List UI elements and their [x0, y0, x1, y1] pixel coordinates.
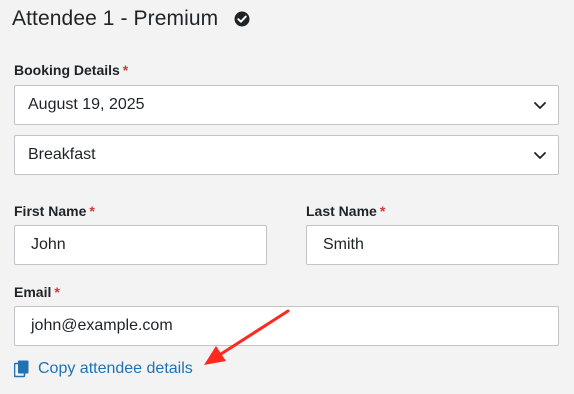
last-name-label-text: Last Name	[306, 203, 377, 219]
attendee-header: Attendee 1 - Premium	[12, 7, 250, 31]
booking-details-label-text: Booking Details	[14, 62, 120, 78]
chevron-down-icon	[534, 102, 546, 109]
first-name-field[interactable]: John	[14, 225, 267, 265]
required-marker: *	[379, 203, 386, 219]
first-name-label-text: First Name	[14, 203, 87, 219]
email-field[interactable]: john@example.com	[14, 306, 559, 346]
required-marker: *	[89, 203, 95, 219]
first-name-value: John	[31, 236, 66, 253]
copy-attendee-details-label: Copy attendee details	[38, 360, 193, 377]
last-name-value: Smith	[323, 236, 364, 253]
email-label: Email *	[14, 284, 60, 300]
email-value: john@example.com	[31, 317, 173, 334]
booking-meal-value: Breakfast	[28, 146, 96, 163]
booking-meal-select[interactable]: Breakfast	[14, 135, 559, 175]
booking-date-select[interactable]: August 19, 2025	[14, 85, 559, 125]
last-name-label: Last Name *	[306, 203, 385, 219]
first-name-label: First Name *	[14, 203, 95, 219]
attendee-title: Attendee 1 - Premium	[12, 7, 219, 30]
required-marker: *	[122, 62, 129, 78]
booking-details-label: Booking Details *	[14, 62, 128, 78]
email-label-text: Email	[14, 284, 52, 300]
last-name-field[interactable]: Smith	[306, 225, 559, 265]
booking-date-value: August 19, 2025	[28, 96, 145, 113]
copy-attendee-details-link[interactable]: Copy attendee details	[14, 360, 193, 378]
attendee-form: Attendee 1 - Premium Booking Details * Au…	[0, 0, 574, 394]
copy-icon	[14, 360, 29, 378]
required-marker: *	[54, 284, 60, 300]
check-circle-icon	[234, 11, 250, 27]
chevron-down-icon	[534, 152, 546, 159]
